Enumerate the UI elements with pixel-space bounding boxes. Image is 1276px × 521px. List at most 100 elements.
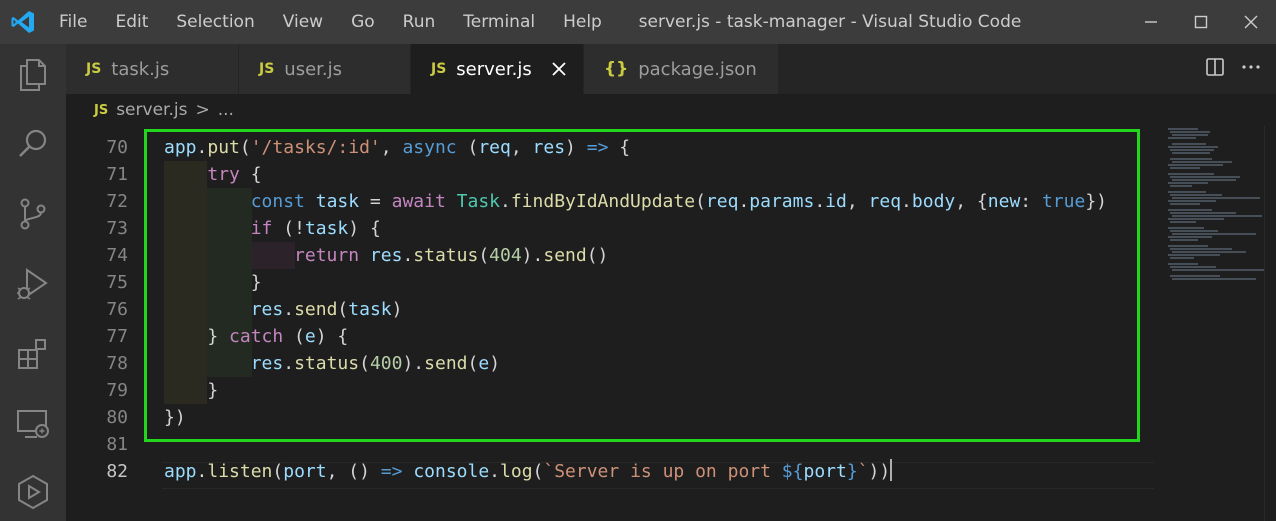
code-editor[interactable]: 70 71 72 73 74 75 76 77 78 79 80 81 82 app.put('/tas… bbox=[66, 126, 1276, 521]
javascript-file-icon: JS bbox=[94, 102, 109, 118]
line-number: 71 bbox=[106, 164, 128, 185]
chevron-right-icon: > bbox=[195, 100, 210, 120]
minimap-line bbox=[1168, 137, 1196, 139]
minimap[interactable] bbox=[1164, 126, 1264, 296]
javascript-file-icon: JS bbox=[86, 61, 102, 77]
tab-server-js[interactable]: JS server.js bbox=[411, 44, 584, 94]
menu-run[interactable]: Run bbox=[389, 0, 450, 44]
code-token: port bbox=[283, 461, 327, 482]
title-bar: File Edit Selection View Go Run Terminal Help s… bbox=[0, 0, 1276, 44]
line-number: 82 bbox=[106, 461, 128, 482]
editor-tab-bar: JS task.js JS user.js JS server.js {} pa… bbox=[66, 44, 1276, 94]
menu-selection[interactable]: Selection bbox=[162, 0, 268, 44]
tab-label: task.js bbox=[111, 58, 170, 80]
menu-view[interactable]: View bbox=[269, 0, 337, 44]
tab-label: package.json bbox=[638, 58, 757, 80]
minimap-line bbox=[1172, 134, 1208, 136]
minimap-line bbox=[1170, 185, 1192, 187]
minimap-line bbox=[1170, 203, 1200, 205]
breadcrumb-file[interactable]: server.js bbox=[116, 100, 187, 120]
minimap-line bbox=[1170, 230, 1218, 232]
minimap-line bbox=[1168, 209, 1212, 211]
code-token: ` bbox=[857, 461, 869, 482]
minimap-line bbox=[1170, 266, 1216, 268]
minimap-line bbox=[1170, 131, 1210, 133]
tab-label: user.js bbox=[284, 58, 343, 80]
vscode-logo-icon[interactable] bbox=[10, 9, 36, 35]
minimap-line bbox=[1170, 158, 1212, 160]
source-control-icon[interactable] bbox=[13, 194, 53, 234]
minimap-line bbox=[1168, 182, 1208, 184]
minimap-line bbox=[1172, 215, 1262, 217]
tab-label: server.js bbox=[456, 58, 532, 80]
code-line[interactable]: app.listen(port, () => console.log(`Serv… bbox=[164, 458, 893, 485]
minimap-line bbox=[1168, 164, 1223, 166]
minimap-line bbox=[1170, 167, 1200, 169]
maximize-icon bbox=[1194, 15, 1208, 29]
line-number: 70 bbox=[106, 137, 128, 158]
minimap-line bbox=[1168, 128, 1198, 130]
vertical-scrollbar[interactable] bbox=[1264, 126, 1276, 521]
minimap-line bbox=[1172, 197, 1260, 199]
minimize-button[interactable] bbox=[1126, 0, 1176, 44]
editor-actions bbox=[1204, 44, 1276, 94]
minimap-line bbox=[1170, 257, 1194, 259]
line-number: 78 bbox=[106, 353, 128, 374]
tab-task-js[interactable]: JS task.js bbox=[66, 44, 239, 94]
close-tab-icon[interactable] bbox=[549, 59, 569, 79]
code-token: ${ bbox=[781, 461, 804, 482]
javascript-file-icon: JS bbox=[431, 61, 447, 77]
minimap-line bbox=[1170, 176, 1240, 178]
code-token: `Server is up on port bbox=[543, 461, 782, 482]
minimap-line bbox=[1170, 194, 1222, 196]
line-number: 77 bbox=[106, 326, 128, 347]
menu-terminal[interactable]: Terminal bbox=[449, 0, 549, 44]
close-window-button[interactable] bbox=[1226, 0, 1276, 44]
code-token: listen bbox=[207, 461, 273, 482]
more-actions-button[interactable] bbox=[1240, 56, 1262, 82]
remote-explorer-icon[interactable] bbox=[13, 404, 53, 444]
minimap-line bbox=[1170, 239, 1198, 241]
minimap-line bbox=[1168, 236, 1212, 238]
line-number: 73 bbox=[106, 218, 128, 239]
json-file-icon: {} bbox=[604, 59, 629, 79]
breadcrumb-symbols[interactable]: ... bbox=[218, 100, 234, 120]
code-token: . bbox=[489, 461, 501, 482]
minimap-line bbox=[1168, 200, 1216, 202]
minimap-line bbox=[1172, 278, 1256, 280]
minimap-line bbox=[1172, 179, 1236, 181]
menu-file[interactable]: File bbox=[45, 0, 101, 44]
tab-package-json[interactable]: {} package.json bbox=[584, 44, 779, 94]
code-token: log bbox=[500, 461, 533, 482]
code-token: , () bbox=[326, 461, 381, 482]
code-token: } bbox=[846, 461, 858, 482]
window-title: server.js - task-manager - Visual Studio… bbox=[638, 12, 1022, 32]
minimap-line bbox=[1170, 248, 1232, 250]
explorer-icon[interactable] bbox=[13, 54, 53, 94]
extensions-icon[interactable] bbox=[13, 334, 53, 374]
code-token: )) bbox=[868, 461, 891, 482]
testing-icon[interactable] bbox=[13, 472, 53, 512]
line-number: 81 bbox=[106, 434, 128, 455]
split-editor-button[interactable] bbox=[1204, 56, 1226, 82]
run-debug-icon[interactable] bbox=[13, 264, 53, 304]
line-number: 75 bbox=[106, 272, 128, 293]
minimap-line bbox=[1172, 152, 1210, 154]
maximize-button[interactable] bbox=[1176, 0, 1226, 44]
menu-edit[interactable]: Edit bbox=[101, 0, 162, 44]
breadcrumb: JS server.js > ... bbox=[66, 94, 1276, 126]
search-icon[interactable] bbox=[13, 124, 53, 164]
tab-user-js[interactable]: JS user.js bbox=[239, 44, 411, 94]
menu-go[interactable]: Go bbox=[337, 0, 389, 44]
minimap-line bbox=[1172, 269, 1264, 271]
minimap-line bbox=[1170, 275, 1220, 277]
code-token: port bbox=[803, 461, 847, 482]
minimap-line bbox=[1172, 233, 1256, 235]
minimap-line bbox=[1170, 221, 1196, 223]
minimap-line bbox=[1170, 149, 1214, 151]
line-number: 76 bbox=[106, 299, 128, 320]
line-number: 72 bbox=[106, 191, 128, 212]
close-icon bbox=[1244, 15, 1258, 29]
code-token: => bbox=[380, 461, 403, 482]
